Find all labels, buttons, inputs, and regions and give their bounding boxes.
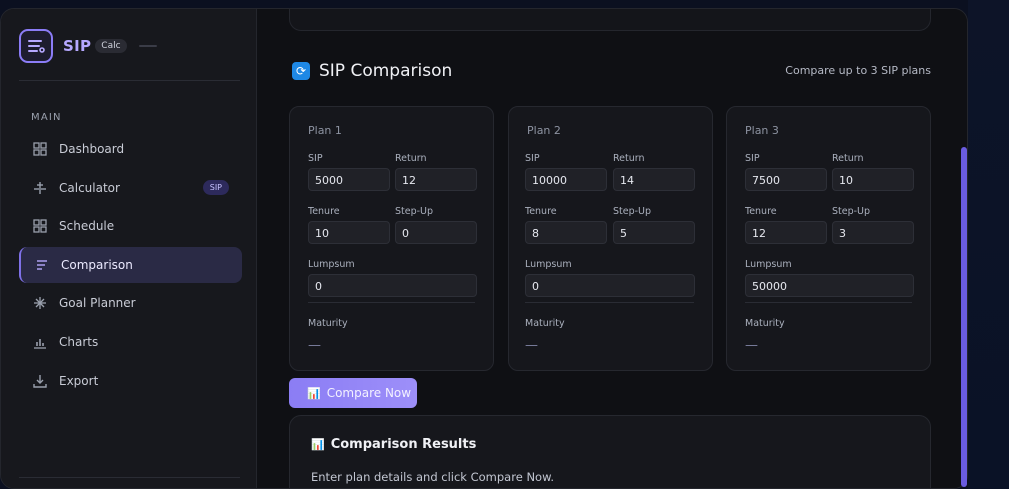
- maturity-value: —: [745, 338, 758, 353]
- sidebar-item-schedule[interactable]: Schedule: [19, 208, 242, 244]
- sidebar-item-export[interactable]: Export: [19, 363, 242, 399]
- lumpsum-label: Lumpsum: [308, 259, 355, 270]
- sidebar-item-label: Export: [59, 373, 99, 388]
- sidebar-item-label: Dashboard: [59, 142, 125, 156]
- tenure-input[interactable]: 10: [308, 221, 390, 244]
- results-title: 📊 Comparison Results: [311, 437, 476, 452]
- stepup-input[interactable]: 3: [832, 221, 914, 244]
- bar-chart-icon: 📊: [311, 438, 325, 451]
- sidebar: SIP Calc MAIN Dashboard Calculator SIP S…: [1, 9, 257, 488]
- sidebar-divider: [19, 80, 240, 81]
- nav-section-label: MAIN: [31, 112, 62, 123]
- download-icon: [32, 373, 48, 389]
- divider: [525, 302, 694, 303]
- stepup-input[interactable]: 5: [613, 221, 695, 244]
- lumpsum-input[interactable]: 50000: [745, 274, 914, 297]
- divider: [308, 302, 475, 303]
- page-subtitle: Compare up to 3 SIP plans: [785, 64, 931, 77]
- sip-input[interactable]: 7500: [745, 168, 827, 191]
- plan-card-3: Plan 3 SIP Return 7500 10 Tenure Step-Up…: [726, 106, 931, 371]
- results-message: Enter plan details and click Compare Now…: [311, 470, 555, 484]
- sidebar-divider: [19, 477, 240, 478]
- sidebar-item-charts[interactable]: Charts: [19, 324, 242, 360]
- tenure-label: Tenure: [308, 206, 340, 217]
- stepup-label: Step-Up: [395, 206, 434, 217]
- results-title-text: Comparison Results: [330, 437, 477, 452]
- list-icon: [19, 29, 53, 63]
- page-title: ⟳ SIP Comparison: [292, 61, 452, 81]
- grid-icon: [32, 218, 48, 234]
- window-backdrop: [968, 0, 1009, 489]
- sidebar-item-label: Calculator: [59, 180, 120, 195]
- plan-title: Plan 2: [527, 124, 561, 137]
- brand-divider: [138, 45, 157, 47]
- tenure-label: Tenure: [525, 206, 557, 217]
- sidebar-item-label: Goal Planner: [59, 296, 136, 311]
- page-title-text: SIP Comparison: [319, 61, 453, 81]
- grid-icon: [32, 141, 48, 157]
- brand-badge: Calc: [95, 39, 127, 53]
- plan-card-1: Plan 1 SIP Return 5000 12 Tenure Step-Up…: [289, 106, 494, 371]
- plus-minus-icon: [32, 180, 48, 196]
- sip-badge: SIP: [202, 180, 229, 196]
- return-label: Return: [613, 153, 645, 164]
- plan-card-2: Plan 2 SIP Return 10000 14 Tenure Step-U…: [508, 106, 713, 371]
- compare-now-label: Compare Now: [326, 386, 412, 400]
- main-content: ⟳ SIP Comparison Compare up to 3 SIP pla…: [257, 9, 967, 488]
- return-input[interactable]: 14: [613, 168, 695, 191]
- sip-input[interactable]: 5000: [308, 168, 390, 191]
- tenure-input[interactable]: 8: [525, 221, 607, 244]
- sip-input[interactable]: 10000: [525, 168, 607, 191]
- return-input[interactable]: 12: [395, 168, 477, 191]
- compare-now-button[interactable]: 📊 Compare Now: [289, 378, 417, 408]
- brand-title: SIP: [63, 37, 92, 55]
- sip-label: SIP: [525, 153, 540, 164]
- maturity-label: Maturity: [745, 318, 785, 329]
- sidebar-item-goal-planner[interactable]: Goal Planner: [19, 285, 242, 321]
- brand[interactable]: SIP Calc: [19, 29, 157, 63]
- maturity-value: —: [308, 338, 321, 353]
- sidebar-item-dashboard[interactable]: Dashboard: [19, 131, 242, 167]
- scrollbar-thumb[interactable]: [961, 147, 967, 487]
- lines-icon: [34, 257, 50, 273]
- sidebar-item-comparison[interactable]: Comparison: [19, 246, 242, 283]
- sidebar-item-label: Comparison: [61, 257, 133, 272]
- sparkle-icon: [32, 295, 48, 311]
- stepup-label: Step-Up: [832, 206, 871, 217]
- return-label: Return: [832, 153, 864, 164]
- bar-chart-icon: [32, 334, 48, 350]
- sip-label: SIP: [308, 153, 323, 164]
- tenure-label: Tenure: [745, 206, 777, 217]
- lumpsum-input[interactable]: 0: [308, 274, 477, 297]
- stepup-label: Step-Up: [613, 206, 652, 217]
- comparison-results-panel: 📊 Comparison Results Enter plan details …: [289, 415, 931, 488]
- bar-chart-icon: 📊: [307, 386, 321, 400]
- plan-title: Plan 1: [308, 124, 342, 137]
- stepup-input[interactable]: 0: [395, 221, 477, 244]
- tenure-input[interactable]: 12: [745, 221, 827, 244]
- lumpsum-label: Lumpsum: [525, 259, 572, 270]
- plans-grid: Plan 1 SIP Return 5000 12 Tenure Step-Up…: [289, 106, 931, 371]
- app-window: SIP Calc MAIN Dashboard Calculator SIP S…: [0, 8, 968, 489]
- sidebar-item-label: Charts: [59, 334, 99, 349]
- sidebar-nav: Dashboard Calculator SIP Schedule Compar…: [19, 131, 242, 401]
- plan-title: Plan 3: [745, 124, 779, 137]
- divider: [745, 302, 912, 303]
- maturity-label: Maturity: [308, 318, 348, 329]
- maturity-value: —: [525, 338, 538, 353]
- lumpsum-input[interactable]: 0: [525, 274, 695, 297]
- refresh-icon: ⟳: [292, 62, 310, 80]
- sidebar-item-calculator[interactable]: Calculator SIP: [19, 170, 242, 206]
- return-label: Return: [395, 153, 427, 164]
- maturity-label: Maturity: [525, 318, 565, 329]
- previous-section-card: [289, 9, 931, 31]
- lumpsum-label: Lumpsum: [745, 259, 792, 270]
- sip-label: SIP: [745, 153, 760, 164]
- sidebar-item-label: Schedule: [59, 219, 115, 234]
- return-input[interactable]: 10: [832, 168, 914, 191]
